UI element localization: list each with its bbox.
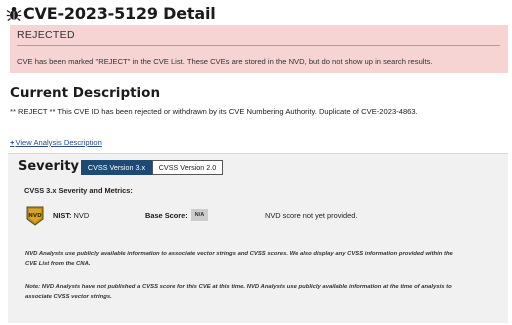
nvd-badge-icon: NVD (26, 206, 44, 226)
nist-value: NVD (73, 211, 90, 220)
page-header: CVE-2023-5129 Detail (6, 2, 216, 24)
analyst-note: NVD Analysts use publicly available info… (25, 251, 453, 267)
severity-heading: Severity (18, 159, 80, 174)
cvss-not-published-note: Note: NVD Analysts have not published a … (25, 284, 452, 300)
rejected-label: REJECTED (17, 29, 75, 41)
metrics-heading: CVSS 3.x Severity and Metrics: (24, 186, 133, 195)
page-title: CVE-2023-5129 Detail (23, 3, 216, 23)
rejected-message: CVE has been marked "REJECT" in the CVE … (17, 57, 433, 66)
score-not-provided-text: NVD score not yet provided. (265, 211, 358, 220)
view-analysis-description-link[interactable]: + View Analysis Description (10, 138, 102, 147)
current-description-text: ** REJECT ** This CVE ID has been reject… (10, 107, 418, 116)
view-analysis-description-label: View Analysis Description (15, 138, 102, 147)
plus-icon: + (10, 138, 15, 147)
tab-cvss-version-2[interactable]: CVSS Version 2.0 (152, 160, 223, 175)
rejected-alert: REJECTED CVE has been marked "REJECT" in… (10, 25, 508, 73)
rejected-divider (17, 45, 500, 46)
tab-cvss-version-3x[interactable]: CVSS Version 3.x (81, 160, 152, 175)
base-score-label: Base Score: (145, 211, 188, 220)
base-score-badge: N/A (191, 209, 208, 221)
nvd-badge-text: NVD (28, 213, 42, 219)
bug-icon (6, 7, 22, 21)
nist-label: NIST: (53, 211, 72, 220)
current-description-heading: Current Description (10, 85, 161, 101)
nist-source: NIST: NVD (53, 211, 89, 220)
severity-panel: Severity CVSS Version 3.x CVSS Version 2… (8, 153, 508, 323)
